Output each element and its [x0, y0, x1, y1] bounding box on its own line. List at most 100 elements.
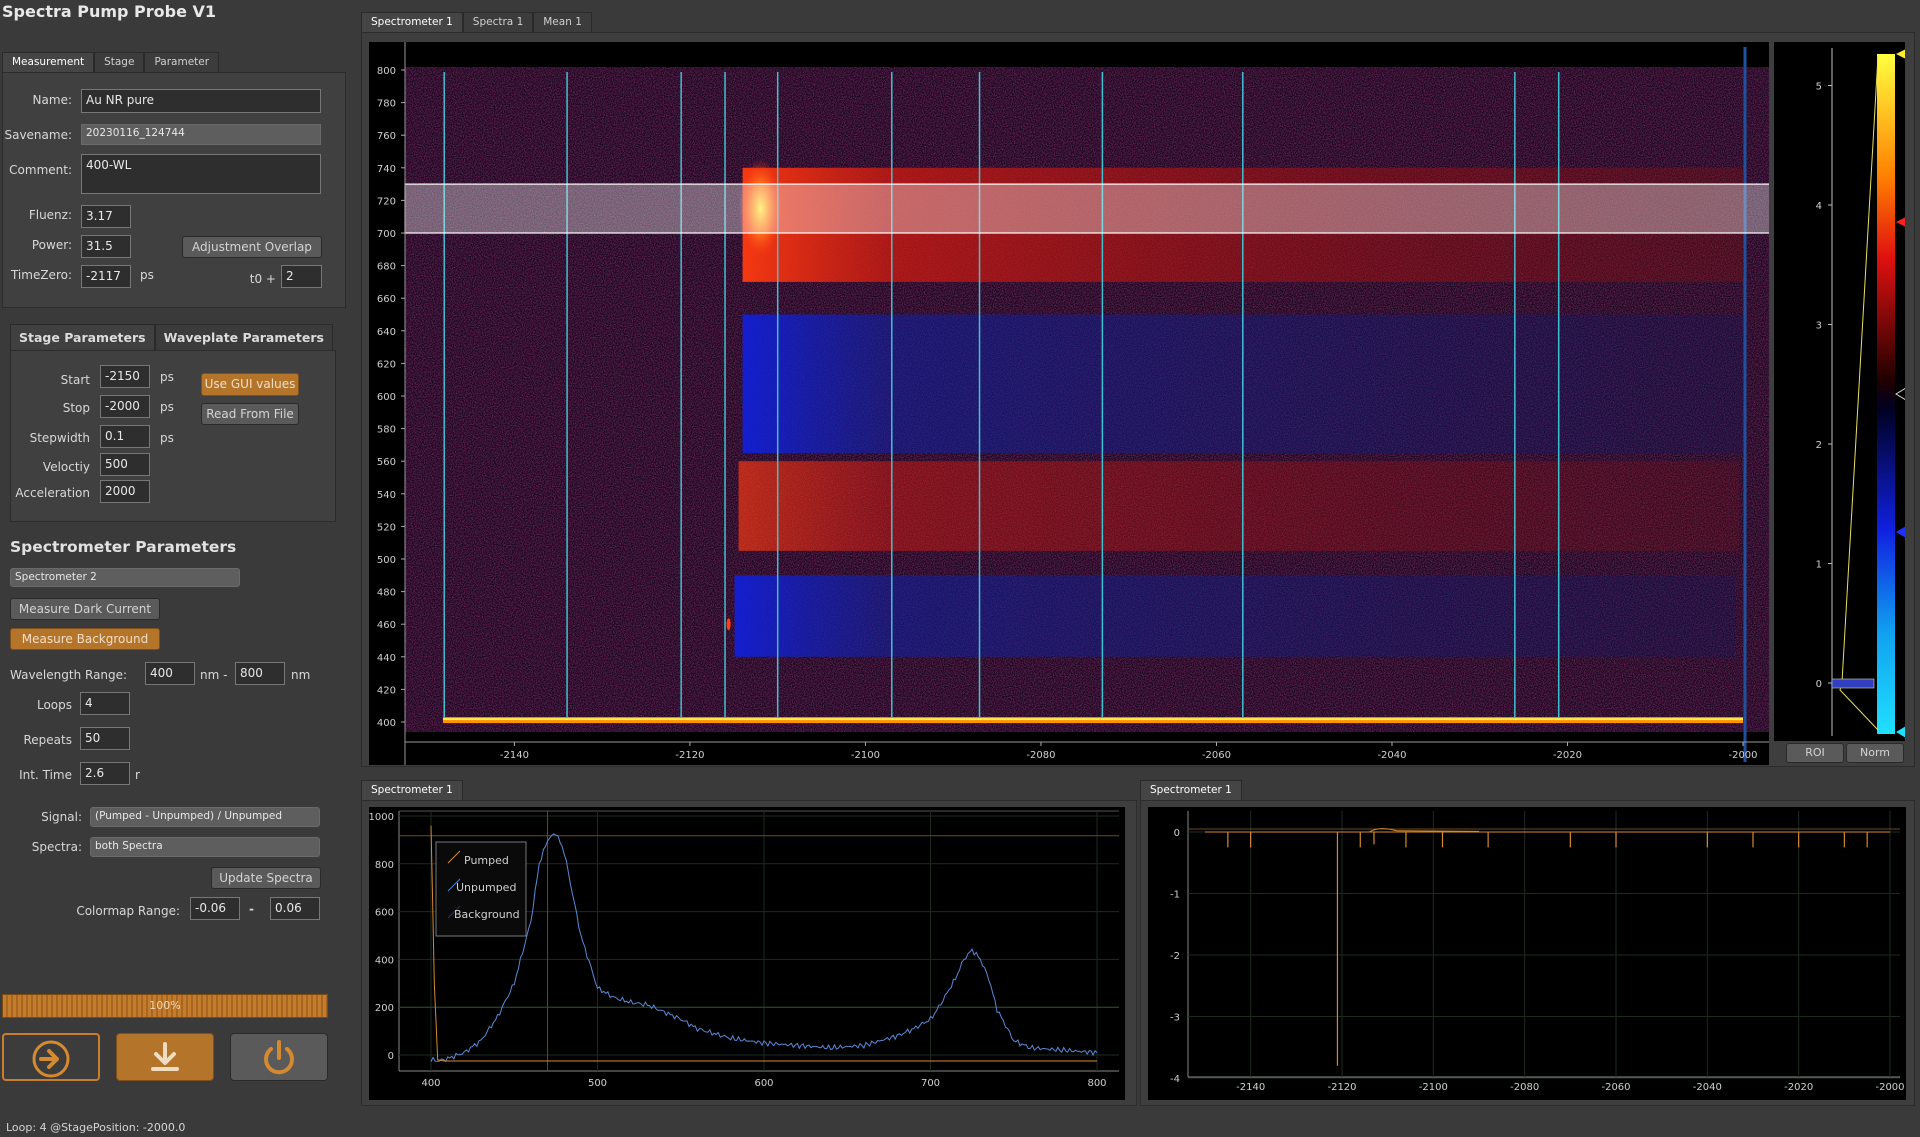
stop-input[interactable]: -2000 — [100, 395, 150, 418]
savename-label: Savename: — [4, 128, 72, 142]
norm-button[interactable]: Norm — [1846, 743, 1904, 763]
colorbar-handle-blue[interactable] — [1896, 526, 1906, 538]
name-label: Name: — [32, 93, 72, 107]
kinetics-x-tick: -2080 — [1510, 1082, 1539, 1093]
timezero-input[interactable]: -2117 — [81, 265, 131, 288]
signal-band-blue-470 — [734, 575, 1735, 657]
roi-button[interactable]: ROI — [1786, 743, 1844, 763]
acceleration-input[interactable]: 2000 — [100, 480, 150, 503]
velocity-input[interactable]: 500 — [100, 453, 150, 476]
heatmap-y-tick: 640 — [377, 327, 396, 338]
tab-spectrometer-1[interactable]: Spectrometer 1 — [361, 12, 463, 32]
int-time-input[interactable]: 2.6 — [80, 762, 130, 785]
wavelength-min-input[interactable]: 400 — [145, 662, 195, 685]
colormap-max-input[interactable]: 0.06 — [270, 897, 320, 920]
heatmap-y-tick: 700 — [377, 229, 396, 240]
spectra-x-tick: 600 — [754, 1078, 773, 1089]
read-from-file-button[interactable]: Read From File — [201, 403, 299, 425]
spectra-plot[interactable]: 1000 800 600 400 200 0 400 500 600 700 800 Pumped … — [369, 807, 1125, 1100]
spectra-legend: Pumped Unpumped Background — [435, 841, 527, 937]
tab-spectra-1[interactable]: Spectra 1 — [462, 12, 534, 32]
stage-subtabs: Stage Parameters Waveplate Parameters — [10, 324, 333, 350]
fluenz-input[interactable]: 3.17 — [81, 205, 131, 228]
tab-measurement[interactable]: Measurement — [2, 52, 95, 72]
tab-mean-1[interactable]: Mean 1 — [533, 12, 592, 32]
roi-region[interactable] — [404, 183, 1793, 234]
legend-unpumped: Unpumped — [456, 881, 516, 894]
kinetics-plot[interactable]: 0 -1 -2 -3 -4 -2140 -2120 -2100 -2080 -2060 -2040 -… — [1148, 807, 1906, 1100]
stepwidth-input[interactable]: 0.1 — [100, 425, 150, 448]
colorbar-tick: 2 — [1816, 440, 1822, 451]
kinetics-x-tick: -2100 — [1419, 1082, 1448, 1093]
kinetics-tabbar: Spectrometer 1 — [1140, 780, 1242, 800]
measure-background-button[interactable]: Measure Background — [10, 628, 160, 650]
tab-stage-parameters[interactable]: Stage Parameters — [10, 324, 155, 350]
save-button[interactable] — [116, 1033, 214, 1081]
kinetics-x-tick: -2000 — [1875, 1082, 1904, 1093]
signal-label: Signal: — [41, 810, 82, 824]
kinetics-x-tick: -2040 — [1693, 1082, 1722, 1093]
spectra-y-tick: 200 — [375, 1003, 394, 1014]
start-unit: ps — [160, 370, 174, 384]
kinetics-plot-area: 0 -1 -2 -3 -4 -2140 -2120 -2100 -2080 -2060 -2040 -… — [1148, 807, 1906, 1100]
velocity-label: Velоctiy — [42, 460, 90, 474]
repeats-input[interactable]: 50 — [80, 727, 130, 750]
heatmap-y-tick: 740 — [377, 164, 396, 175]
heatmap-y-tick: 520 — [377, 522, 396, 533]
start-button[interactable] — [2, 1033, 100, 1081]
colorbar-handle-top[interactable] — [1896, 49, 1906, 59]
kinetics-y-tick: 0 — [1174, 828, 1180, 839]
colorbar-handle-bottom[interactable] — [1896, 726, 1906, 738]
colorbar[interactable]: 5 4 3 2 1 0 — [1774, 42, 1907, 741]
loops-input[interactable]: 4 — [80, 692, 130, 715]
power-button[interactable] — [230, 1033, 328, 1081]
status-text: Loop: 4 @StagePosition: -2000.0 — [6, 1121, 186, 1134]
tab-kinetics-spectrometer-1[interactable]: Spectrometer 1 — [1140, 780, 1242, 800]
adjustment-overlap-button[interactable]: Adjustment Overlap — [182, 236, 322, 258]
wavelength-max-input[interactable]: 800 — [235, 662, 285, 685]
colorbar-handle-mid[interactable] — [1895, 387, 1907, 401]
colorbar-tick: 0 — [1816, 679, 1822, 690]
tab-stage[interactable]: Stage — [94, 52, 145, 72]
repeats-label: Repeats — [23, 733, 73, 747]
timezero-label: TimeZero: — [10, 268, 72, 282]
fluenz-label: Fluenz: — [28, 208, 72, 222]
spectra-select[interactable]: both Spectra — [90, 837, 320, 857]
heatmap-y-tick: 420 — [377, 685, 396, 696]
kinetics-y-tick: -3 — [1170, 1013, 1180, 1024]
power-input[interactable]: 31.5 — [81, 235, 131, 258]
heatmap-y-tick: 460 — [377, 620, 396, 631]
heatmap-y-tick: 720 — [377, 196, 396, 207]
colorbar-histogram — [1831, 678, 1875, 689]
loops-label: Loops — [36, 698, 72, 712]
main-tabbar: Spectrometer 1 Spectra 1 Mean 1 — [361, 12, 592, 32]
progress-bar: 100% — [2, 994, 328, 1018]
update-spectra-button[interactable]: Update Spectra — [211, 867, 321, 889]
kinetics-y-tick: -4 — [1170, 1074, 1180, 1085]
measure-dark-current-button[interactable]: Measure Dark Current — [10, 598, 160, 620]
spectra-y-tick: 0 — [388, 1051, 394, 1062]
colormap-min-input[interactable]: -0.06 — [190, 897, 240, 920]
colormap-range-label: Colormap Range: — [76, 904, 180, 918]
comment-input[interactable]: 400-WL — [81, 154, 321, 194]
t0-input[interactable]: 2 — [281, 265, 322, 288]
heatmap-x-tick: -2000 — [1728, 750, 1757, 761]
wavelength-range-label: Wavelength Range: — [10, 668, 128, 682]
int-time-label: Int. Time — [19, 768, 72, 782]
use-gui-values-button[interactable]: Use GUI values — [201, 373, 299, 396]
colorbar-handle-red[interactable] — [1896, 217, 1906, 227]
kinetics-x-tick: -2140 — [1236, 1082, 1265, 1093]
spectrometer-select[interactable]: Spectrometer 2 — [10, 568, 240, 587]
signal-select[interactable]: (Pumped - Unpumped) / Unpumped — [90, 807, 320, 827]
spectra-tabbar: Spectrometer 1 — [361, 780, 463, 800]
heatmap-y-tick: 680 — [377, 262, 396, 273]
tab-parameter[interactable]: Parameter — [144, 52, 220, 72]
tab-waveplate-parameters[interactable]: Waveplate Parameters — [154, 324, 333, 350]
heatmap-plot[interactable]: 800 780 760 740 720 700 680 660 640 620 600 580 560 5… — [369, 42, 1793, 765]
spectrometer-section-title: Spectrometer Parameters — [10, 538, 237, 556]
heatmap-x-tick: -2040 — [1377, 750, 1406, 761]
name-input[interactable]: Au NR pure — [81, 89, 321, 113]
left-tabbar: Measurement Stage Parameter — [2, 52, 220, 72]
start-input[interactable]: -2150 — [100, 365, 150, 388]
tab-spectra-spectrometer-1[interactable]: Spectrometer 1 — [361, 780, 463, 800]
